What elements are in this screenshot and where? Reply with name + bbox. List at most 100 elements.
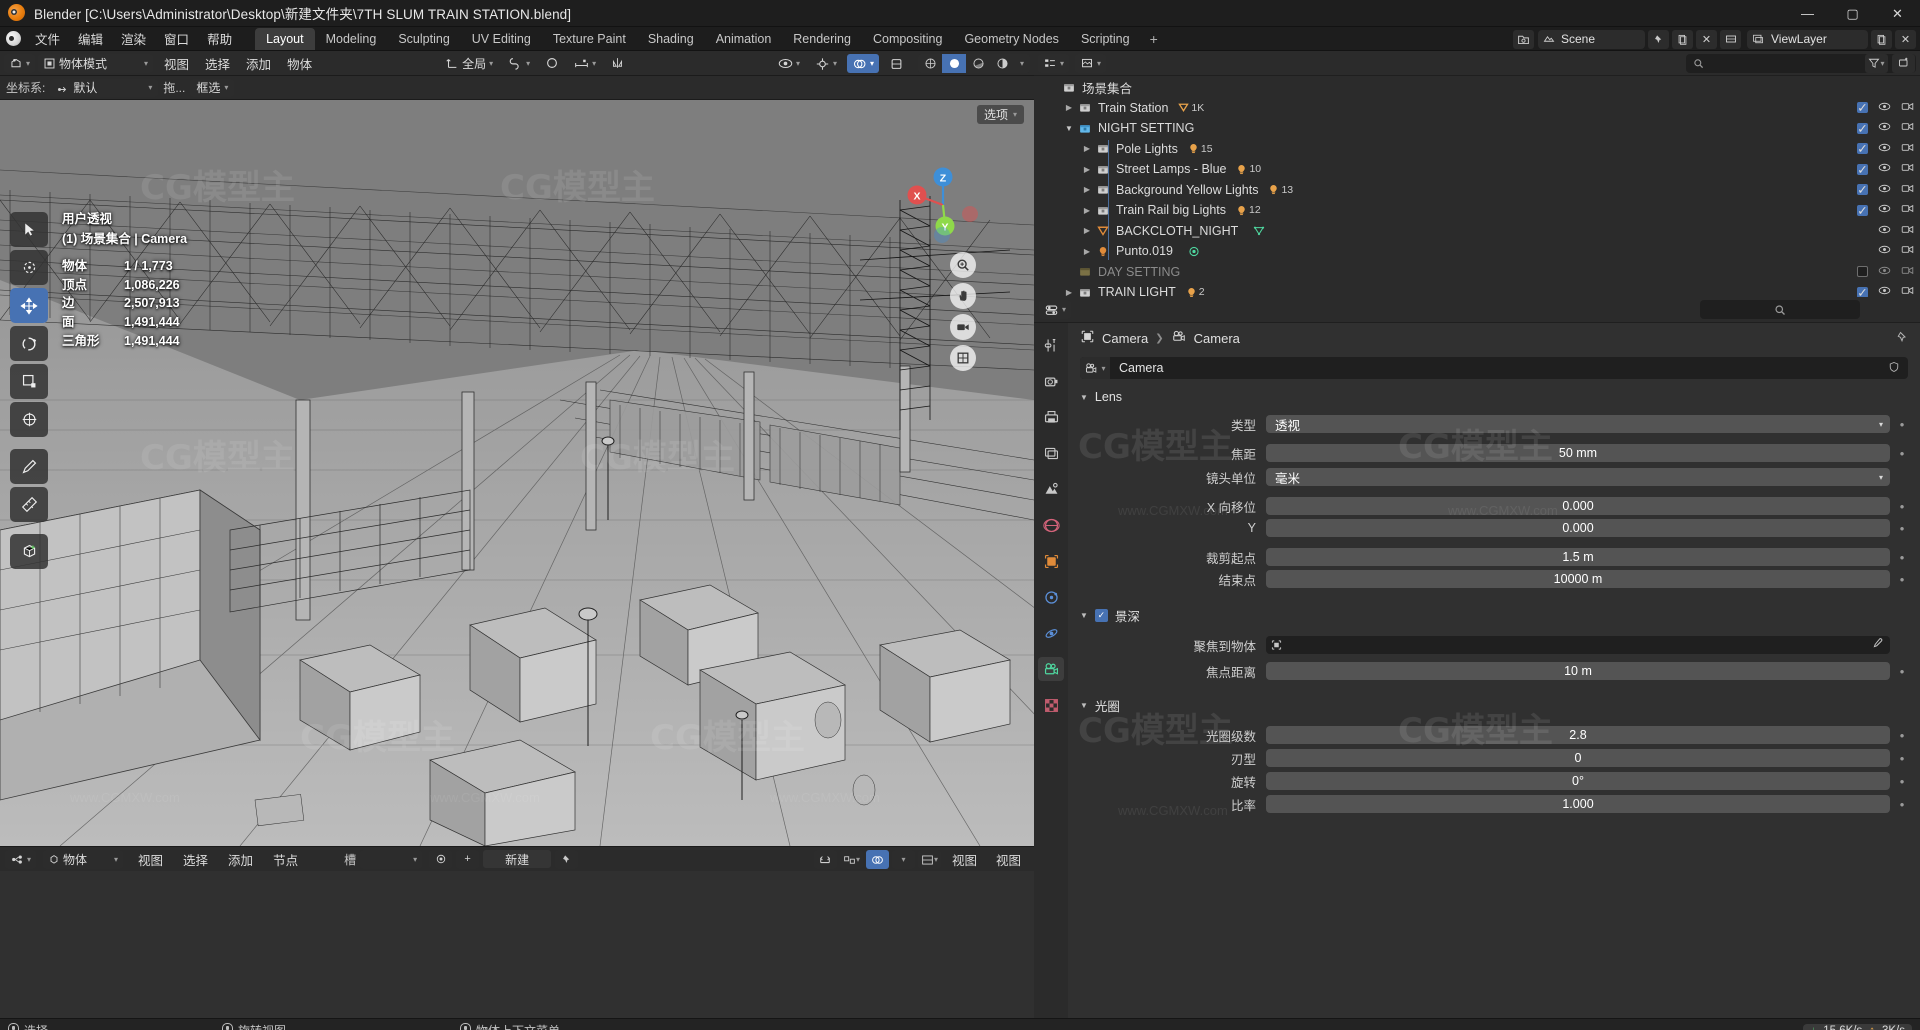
eye-icon[interactable] <box>1878 142 1891 156</box>
field-value[interactable]: 透视 ▾ <box>1266 415 1890 433</box>
eye-icon[interactable] <box>1878 162 1891 176</box>
tab-uv-editing[interactable]: UV Editing <box>461 28 542 50</box>
shading-mode-group[interactable]: ▾ <box>918 54 1030 73</box>
camera-render-icon[interactable] <box>1901 244 1914 258</box>
outliner-row-scene-collection[interactable]: 场景集合 <box>1034 77 1920 98</box>
outliner-editor-type-selector[interactable]: ▾ <box>1038 53 1070 73</box>
tab-animation[interactable]: Animation <box>705 28 783 50</box>
tab-output[interactable] <box>1038 405 1064 429</box>
overlays-toggle[interactable]: ▾ <box>846 54 879 73</box>
scene-selector[interactable]: Scene <box>1538 29 1645 49</box>
outliner-row-punto-019[interactable]: ▶ Punto.019 <box>1034 241 1920 262</box>
checkbox-enabled[interactable]: ✓ <box>1857 101 1868 115</box>
viewport-menu-view[interactable]: 视图 <box>156 52 197 75</box>
outliner-row-background-yellow-lights[interactable]: ▶ Background Yellow Lights 13 ✓ <box>1034 180 1920 201</box>
tab-scene[interactable] <box>1038 477 1064 501</box>
menu-help[interactable]: 帮助 <box>198 26 241 51</box>
tab-texture-paint[interactable]: Texture Paint <box>542 28 637 50</box>
field-value[interactable]: 1.000 <box>1266 795 1890 813</box>
snap-nodes-icon[interactable] <box>813 850 837 869</box>
field-value[interactable]: 0.000 <box>1266 519 1890 537</box>
camera-render-icon[interactable] <box>1901 203 1914 217</box>
eye-icon[interactable] <box>1878 183 1891 197</box>
minimize-button[interactable]: — <box>1785 0 1830 27</box>
outliner-new-collection-icon[interactable] <box>1892 53 1915 73</box>
pin-icon[interactable] <box>1896 331 1908 346</box>
outliner-filter-icon[interactable]: ▾ <box>1865 53 1888 73</box>
expand-triangle[interactable]: ▶ <box>1062 288 1076 297</box>
new-scene-icon[interactable] <box>1672 29 1693 49</box>
tool-annotate[interactable] <box>10 449 48 484</box>
camera-render-icon[interactable] <box>1901 224 1914 238</box>
camera-datablock-field[interactable]: ▾ Camera <box>1080 357 1908 379</box>
outliner-row-pole-lights[interactable]: ▶ Pole Lights 15 ✓ <box>1034 139 1920 160</box>
checkbox-enabled[interactable]: ✓ <box>1857 286 1868 297</box>
visibility-selector[interactable]: ▾ <box>773 54 805 73</box>
node-overlay-toggle[interactable] <box>865 850 889 869</box>
shading-options-dropdown[interactable]: ▾ <box>1014 54 1030 73</box>
tab-shading[interactable]: Shading <box>637 28 705 50</box>
breadcrumb-data-label[interactable]: Camera <box>1194 331 1240 346</box>
editor-type-selector-2[interactable]: ▾ <box>5 849 37 869</box>
checkbox-enabled[interactable] <box>1857 266 1868 278</box>
outliner-row-night-setting[interactable]: ▼ NIGHT SETTING ✓ <box>1034 118 1920 139</box>
animate-dot[interactable]: • <box>1896 751 1908 766</box>
uv-menu-view-2[interactable]: 视图 <box>988 848 1029 871</box>
field-value[interactable]: 10000 m <box>1266 570 1890 588</box>
outliner-row-backcloth-night[interactable]: ▶ BACKCLOTH_NIGHT <box>1034 221 1920 242</box>
eye-icon[interactable] <box>1878 244 1891 258</box>
zoom-icon[interactable] <box>950 252 976 278</box>
field-value[interactable]: 1.5 m <box>1266 548 1890 566</box>
animate-dot[interactable]: • <box>1896 572 1908 587</box>
field-value[interactable]: 0.000 <box>1266 497 1890 515</box>
tab-scripting[interactable]: Scripting <box>1070 28 1141 50</box>
tab-world[interactable] <box>1038 513 1064 537</box>
outliner-row-day-setting[interactable]: DAY SETTING <box>1034 262 1920 283</box>
proportional-falloff-selector[interactable]: ▾ <box>569 54 601 73</box>
dof-enable-checkbox[interactable]: ✓ <box>1094 609 1108 622</box>
camera-data-icon[interactable]: ▾ <box>1080 357 1110 379</box>
expand-triangle[interactable]: ▶ <box>1080 144 1094 153</box>
field-value[interactable] <box>1266 636 1890 654</box>
snapping-toggle[interactable]: ▾ <box>503 54 535 73</box>
browse-material-icon[interactable] <box>429 849 453 869</box>
shader-menu-view[interactable]: 视图 <box>130 848 171 871</box>
shading-material-preview[interactable] <box>966 54 990 73</box>
gizmo-toggle[interactable]: ▾ <box>810 54 842 73</box>
camera-datablock-name[interactable]: Camera <box>1110 361 1163 375</box>
animate-dot[interactable]: • <box>1896 550 1908 565</box>
field-value[interactable]: 0 <box>1266 749 1890 767</box>
pan-hand-icon[interactable] <box>950 283 976 309</box>
viewlayer-browse-icon[interactable] <box>1720 29 1741 49</box>
field-value[interactable]: 毫米 ▾ <box>1266 468 1890 486</box>
shader-menu-add[interactable]: 添加 <box>220 848 261 871</box>
tab-object-data-camera[interactable] <box>1038 657 1064 681</box>
camera-render-icon[interactable] <box>1901 183 1914 197</box>
tab-compositing[interactable]: Compositing <box>862 28 953 50</box>
tool-tweak[interactable] <box>10 212 48 247</box>
remove-scene-icon[interactable]: ✕ <box>1696 29 1717 49</box>
eye-icon[interactable] <box>1878 285 1891 297</box>
camera-render-icon[interactable] <box>1901 285 1914 297</box>
tool-add-cube[interactable] <box>10 534 48 569</box>
tab-tool[interactable] <box>1038 333 1064 357</box>
panel-dof-header[interactable]: ▼ ✓ 景深 <box>1068 605 1920 626</box>
tab-modifiers[interactable] <box>1038 585 1064 609</box>
shader-menu-node[interactable]: 节点 <box>265 848 306 871</box>
viewlayer-selector[interactable]: ViewLayer <box>1747 29 1868 49</box>
animate-dot[interactable]: • <box>1896 664 1908 679</box>
tab-geometry-nodes[interactable]: Geometry Nodes <box>953 28 1069 50</box>
new-material-button[interactable]: 新建 <box>483 850 552 868</box>
animate-dot[interactable]: • <box>1896 774 1908 789</box>
animate-dot[interactable]: • <box>1896 446 1908 461</box>
tool-select-box[interactable] <box>10 250 48 285</box>
camera-render-icon[interactable] <box>1901 162 1914 176</box>
panel-aperture-header[interactable]: ▼ 光圈 <box>1068 695 1920 716</box>
add-workspace-button[interactable]: + <box>1141 29 1167 49</box>
animate-dot[interactable]: • <box>1896 521 1908 536</box>
animate-dot[interactable]: • <box>1896 728 1908 743</box>
properties-search-input[interactable] <box>1700 300 1860 319</box>
expand-triangle[interactable]: ▶ <box>1062 103 1076 112</box>
field-value[interactable]: 10 m <box>1266 662 1890 680</box>
eye-icon[interactable] <box>1878 121 1891 135</box>
